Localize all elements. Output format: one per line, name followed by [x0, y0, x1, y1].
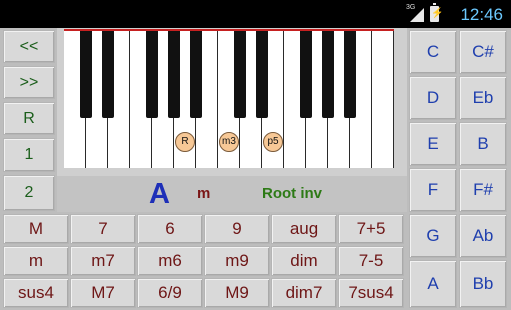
chord-note-marker: m3 [219, 132, 239, 152]
note-button[interactable]: F [409, 168, 457, 212]
note-button[interactable]: C [409, 30, 457, 74]
chord-type-button[interactable]: 6 [137, 214, 203, 244]
chord-type-button[interactable]: m9 [204, 246, 270, 276]
chord-root-label: A [149, 178, 170, 210]
status-icons: 3G ⚡ [406, 3, 443, 22]
chord-type-button[interactable]: M7 [70, 278, 136, 308]
previous-button[interactable]: << [3, 30, 55, 63]
chord-type-button[interactable]: m7 [70, 246, 136, 276]
chord-note-marker: p5 [263, 132, 283, 152]
chord-type-button[interactable]: 7-5 [338, 246, 404, 276]
chord-type-button[interactable]: m [3, 246, 69, 276]
chord-type-button[interactable]: M [3, 214, 69, 244]
black-key[interactable] [146, 31, 158, 118]
chord-type-button[interactable]: dim7 [271, 278, 337, 308]
black-key[interactable] [344, 31, 356, 118]
chord-type-button[interactable]: dim [271, 246, 337, 276]
black-key[interactable] [300, 31, 312, 118]
chord-type-button[interactable]: M9 [204, 278, 270, 308]
black-key[interactable] [168, 31, 180, 118]
inversion-1-button[interactable]: 1 [3, 138, 55, 172]
battery-charging-icon: ⚡ [430, 3, 443, 22]
note-button[interactable]: Ab [459, 214, 507, 258]
inversion-2-button[interactable]: 2 [3, 175, 55, 211]
chord-type-button[interactable]: aug [271, 214, 337, 244]
note-button[interactable]: C# [459, 30, 507, 74]
note-button[interactable]: Eb [459, 76, 507, 120]
note-button[interactable]: Bb [459, 260, 507, 308]
keyboard-frame: Rm3 p5 [57, 28, 407, 176]
chord-inversion-label: Root inv [262, 185, 322, 202]
black-key[interactable] [322, 31, 334, 118]
black-key[interactable] [80, 31, 92, 118]
piano-keyboard[interactable]: Rm3 p5 [64, 29, 394, 168]
black-key[interactable] [234, 31, 246, 118]
chord-type-button[interactable]: 9 [204, 214, 270, 244]
signal-icon: 3G [406, 4, 424, 22]
black-key[interactable] [102, 31, 114, 118]
status-clock: 12:46 [460, 5, 503, 24]
chord-type-button[interactable]: 7 [70, 214, 136, 244]
chord-type-button[interactable]: 7sus4 [338, 278, 404, 308]
chord-quality-label: m [197, 185, 211, 202]
status-bar: 3G ⚡ 12:46 [0, 0, 511, 28]
chord-type-button[interactable]: 6/9 [137, 278, 203, 308]
root-button[interactable]: R [3, 102, 55, 135]
chord-info-bar: A m Root inv [57, 176, 407, 212]
note-button[interactable]: D [409, 76, 457, 120]
chord-type-button[interactable]: sus4 [3, 278, 69, 308]
chord-type-button[interactable]: 7+5 [338, 214, 404, 244]
next-button[interactable]: >> [3, 66, 55, 99]
chord-app: << >> R 1 2 Rm3 p5 A m Root inv M 7 6 9 a… [0, 28, 511, 310]
note-button[interactable]: E [409, 122, 457, 166]
black-key[interactable] [256, 31, 268, 118]
note-button[interactable]: G [409, 214, 457, 258]
black-key[interactable] [190, 31, 202, 118]
chord-note-marker: R [175, 132, 195, 152]
note-button[interactable]: B [459, 122, 507, 166]
white-key[interactable] [372, 31, 394, 168]
chord-type-button[interactable]: m6 [137, 246, 203, 276]
note-button[interactable]: A [409, 260, 457, 308]
note-button[interactable]: F# [459, 168, 507, 212]
